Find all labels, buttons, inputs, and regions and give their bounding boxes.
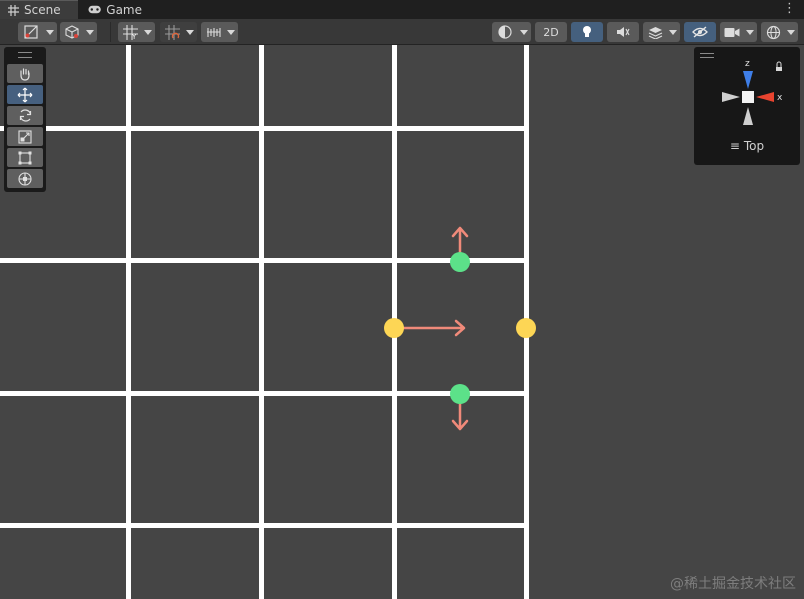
gizmos-dropdown[interactable]: [784, 22, 798, 42]
z-axis-cone[interactable]: [743, 71, 753, 89]
lock-body: [776, 67, 782, 71]
scene-canvas[interactable]: [0, 45, 804, 599]
audio-muted-icon: [617, 27, 630, 37]
shading-mode-button[interactable]: [492, 22, 518, 42]
left-edge-handle[interactable]: [384, 318, 404, 338]
draw-mode-button[interactable]: [18, 22, 44, 42]
drag-handle-icon[interactable]: [18, 52, 32, 58]
hand-icon: [20, 67, 30, 81]
neg-z-axis-cone[interactable]: [743, 107, 753, 125]
z-axis-label: z: [745, 59, 750, 69]
scale-tool-button[interactable]: [7, 127, 43, 146]
grid-snap-button[interactable]: [160, 22, 184, 42]
transform-tool-button[interactable]: [7, 169, 43, 188]
tab-bar: Scene Game ⋮: [0, 0, 804, 19]
grid-snap-dropdown[interactable]: [183, 22, 197, 42]
toggle-2d-button[interactable]: 2D: [535, 22, 567, 42]
rect-transform-icon: [18, 151, 32, 164]
scene-visibility-button[interactable]: [684, 22, 716, 42]
lightbulb-icon: [583, 26, 591, 37]
camera-icon: [724, 27, 740, 37]
gizmo-globe-icon: [766, 25, 780, 39]
orientation-gizmo: z x ≡ Top: [694, 47, 800, 165]
transform-icon: [18, 171, 32, 186]
effects-dropdown[interactable]: [666, 22, 680, 42]
increment-snap-dropdown[interactable]: [224, 22, 238, 42]
scene-viewport[interactable]: [0, 45, 804, 599]
camera-dropdown[interactable]: [743, 22, 757, 42]
rotate-tool-button[interactable]: [7, 106, 43, 125]
camera-button[interactable]: [720, 22, 744, 42]
x-axis-label: x: [777, 93, 783, 103]
lighting-toggle-button[interactable]: [571, 22, 603, 42]
grid-line-horizontal: [0, 258, 529, 263]
grid-line-horizontal: [0, 523, 529, 528]
rotate-icon: [19, 109, 31, 122]
rect-tool-button[interactable]: [7, 148, 43, 167]
menu-icon: ≡: [729, 139, 740, 153]
bottom-edge-handle[interactable]: [450, 384, 470, 404]
eye-hidden-icon: [692, 26, 708, 38]
x-axis-cone[interactable]: [756, 92, 774, 102]
right-edge-handle[interactable]: [516, 318, 536, 338]
view-mode-toggle[interactable]: ≡ Top: [694, 139, 800, 153]
layers-icon: [648, 26, 662, 39]
view-label: Top: [743, 139, 765, 153]
gamepad-icon: [88, 5, 101, 14]
shaded-mode-icon: [24, 25, 38, 39]
toolbar-separator: [110, 22, 111, 42]
sphere-shading-icon: [498, 25, 512, 39]
render-mode-dropdown[interactable]: [83, 22, 97, 42]
move-tool-button[interactable]: [7, 85, 43, 104]
scene-toolbar: Y 2D: [0, 19, 804, 45]
increment-snap-button[interactable]: [201, 22, 225, 42]
gizmos-button[interactable]: [761, 22, 785, 42]
draw-mode-dropdown[interactable]: [43, 22, 57, 42]
shading-mode-dropdown[interactable]: [517, 22, 531, 42]
grid-axis-dropdown[interactable]: [141, 22, 155, 42]
grid-lines: [0, 45, 529, 599]
axis-gizmo[interactable]: z x: [694, 47, 800, 137]
scale-icon: [18, 129, 32, 144]
tab-label: Scene: [24, 3, 61, 17]
audio-toggle-button[interactable]: [607, 22, 639, 42]
view-tool-button[interactable]: [7, 64, 43, 83]
top-edge-handle[interactable]: [450, 252, 470, 272]
more-options-icon[interactable]: ⋮: [783, 1, 796, 16]
render-mode-button[interactable]: [60, 22, 84, 42]
move-arrows-icon: [17, 87, 33, 102]
ruler-icon: [206, 27, 221, 37]
tab-game[interactable]: Game: [80, 0, 150, 19]
grid-y-icon: Y: [122, 24, 138, 40]
tools-overlay: [4, 47, 46, 192]
grid-toggle-button[interactable]: Y: [118, 22, 142, 42]
tab-label: Game: [106, 2, 142, 17]
tab-scene[interactable]: Scene: [0, 0, 78, 19]
watermark: @稀土掘金技术社区: [670, 576, 796, 592]
effects-button[interactable]: [643, 22, 667, 42]
svg-text:Y: Y: [131, 33, 137, 40]
lock-icon[interactable]: [776, 61, 782, 67]
grid-snap-icon: [164, 24, 180, 40]
grid-line-horizontal: [0, 126, 529, 131]
grid-line-horizontal: [0, 391, 529, 396]
center-cube[interactable]: [742, 91, 754, 103]
right-arrow-icon[interactable]: [394, 319, 466, 337]
neg-x-axis-cone[interactable]: [722, 92, 740, 102]
grid-icon: [8, 4, 19, 16]
cube-icon: [65, 25, 79, 39]
